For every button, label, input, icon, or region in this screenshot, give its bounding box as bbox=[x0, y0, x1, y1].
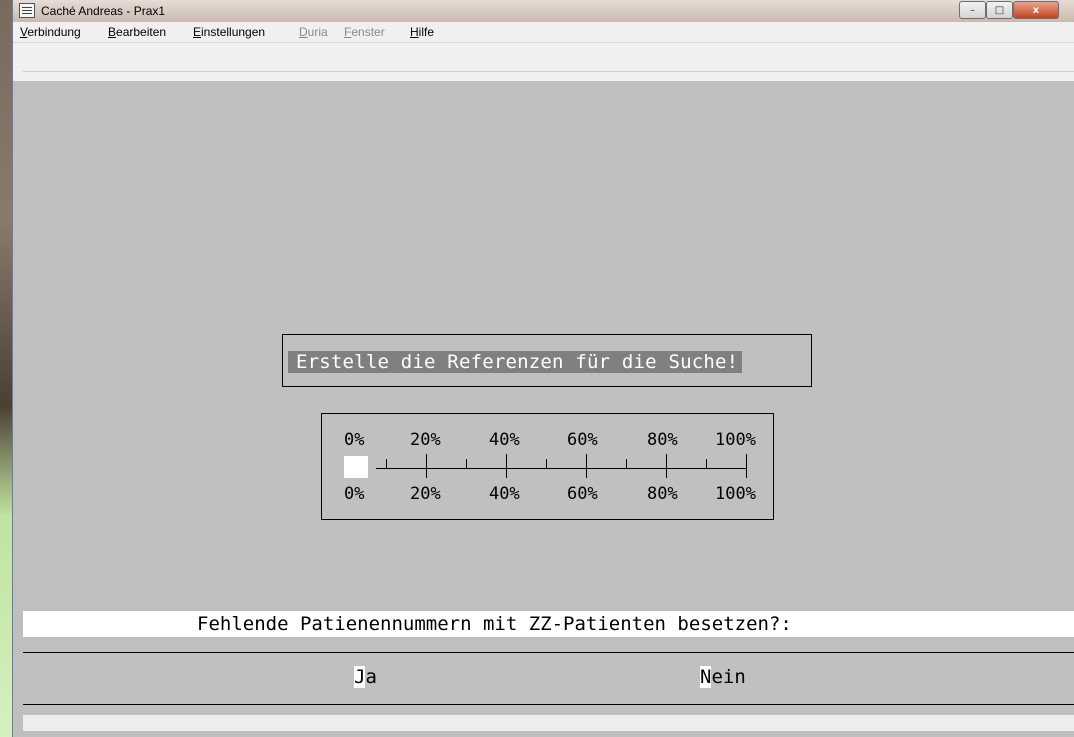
progress-tick bbox=[666, 454, 667, 478]
yes-hotkey: J bbox=[354, 666, 366, 688]
maximize-button[interactable]: □ bbox=[986, 1, 1013, 19]
question-bar: Fehlende Patienennummern mit ZZ-Patiente… bbox=[23, 611, 1074, 637]
yes-label: a bbox=[365, 666, 377, 688]
progress-label-top: 100% bbox=[715, 430, 756, 450]
minimize-icon: – bbox=[970, 4, 975, 16]
progress-scale-line bbox=[376, 468, 746, 469]
progress-tick bbox=[506, 454, 507, 478]
maximize-icon: □ bbox=[994, 4, 1005, 16]
menu-fenster: Fenster bbox=[344, 25, 385, 39]
progress-label-top: 80% bbox=[647, 430, 678, 450]
progress-scale-box: 0% 20% 40% 60% 80% 100% 0% 20% 40% 60% 8… bbox=[321, 413, 774, 520]
progress-label-bottom: 60% bbox=[567, 484, 598, 504]
progress-tick bbox=[626, 459, 627, 469]
app-window: Caché Andreas - Prax1 – □ x Verbindung B… bbox=[12, 0, 1074, 737]
toolbar-area bbox=[13, 43, 1074, 81]
menu-hilfe[interactable]: Hilfe bbox=[410, 25, 434, 39]
progress-label-bottom: 40% bbox=[489, 484, 520, 504]
menu-bar: Verbindung Bearbeiten Einstellungen Duri… bbox=[13, 22, 1074, 43]
progress-label-bottom: 80% bbox=[647, 484, 678, 504]
progress-label-bottom: 100% bbox=[715, 484, 756, 504]
no-label: ein bbox=[711, 666, 746, 688]
terminal-app-icon[interactable] bbox=[19, 3, 35, 18]
menu-bearbeiten[interactable]: Bearbeiten bbox=[108, 25, 166, 39]
reference-message-box: Erstelle die Referenzen für die Suche! bbox=[282, 334, 812, 387]
close-icon: x bbox=[1032, 4, 1040, 16]
title-bar[interactable]: Caché Andreas - Prax1 – □ x bbox=[13, 0, 1074, 23]
progress-tick bbox=[706, 459, 707, 469]
no-hotkey: N bbox=[700, 666, 712, 688]
terminal-screen[interactable]: Erstelle die Referenzen für die Suche! 0… bbox=[23, 81, 1074, 731]
menu-duria: Duria bbox=[299, 25, 328, 39]
progress-label-top: 40% bbox=[489, 430, 520, 450]
progress-tick bbox=[466, 459, 467, 469]
window-title: Caché Andreas - Prax1 bbox=[41, 4, 166, 18]
progress-tick bbox=[546, 459, 547, 469]
minimize-button[interactable]: – bbox=[959, 1, 986, 19]
progress-tick bbox=[386, 459, 387, 469]
separator-line bbox=[23, 704, 1074, 705]
progress-tick bbox=[586, 454, 587, 478]
close-button[interactable]: x bbox=[1013, 1, 1059, 19]
separator-line bbox=[23, 652, 1074, 653]
yes-option[interactable]: Ja bbox=[354, 666, 377, 688]
progress-label-top: 60% bbox=[567, 430, 598, 450]
status-strip bbox=[23, 715, 1074, 731]
question-text: Fehlende Patienennummern mit ZZ-Patiente… bbox=[197, 613, 792, 635]
progress-tick bbox=[746, 454, 747, 478]
reference-message: Erstelle die Referenzen für die Suche! bbox=[288, 351, 743, 373]
progress-label-bottom: 20% bbox=[410, 484, 441, 504]
menu-verbindung[interactable]: Verbindung bbox=[20, 25, 81, 39]
progress-label-bottom: 0% bbox=[344, 484, 365, 504]
progress-tick bbox=[426, 454, 427, 478]
no-option[interactable]: Nein bbox=[700, 666, 746, 688]
progress-label-top: 0% bbox=[344, 430, 365, 450]
progress-label-top: 20% bbox=[410, 430, 441, 450]
menu-einstellungen[interactable]: Einstellungen bbox=[193, 25, 265, 39]
progress-bar-fill bbox=[344, 456, 368, 478]
